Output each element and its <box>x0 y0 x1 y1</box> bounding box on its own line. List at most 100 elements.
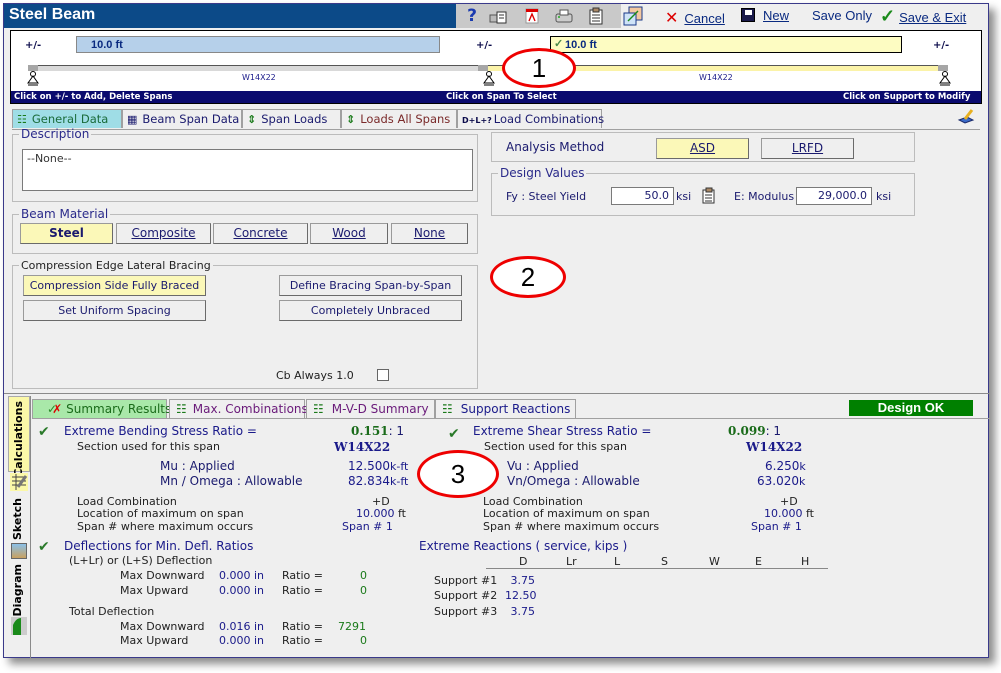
bending-section-label: Section used for this span <box>77 440 220 453</box>
bending-location-label: Location of maximum on span <box>77 507 244 520</box>
tab-span-loads[interactable]: ⇕ Span Loads <box>242 109 341 128</box>
material-composite-button[interactable]: Composite <box>116 223 211 244</box>
live-deflection-label: (L+Lr) or (L+S) Deflection <box>69 554 213 567</box>
edit-notes-icon[interactable] <box>957 108 975 124</box>
span-1-beam[interactable] <box>28 65 488 71</box>
tab-loads-all-spans[interactable]: ⇕ Loads All Spans <box>341 109 457 128</box>
close-icon: ✕ <box>665 10 679 27</box>
bending-title: Extreme Bending Stress Ratio = <box>64 424 257 438</box>
printer-icon[interactable] <box>554 7 574 25</box>
add-delete-span-right[interactable]: +/- <box>933 40 949 51</box>
reactions-column-header: Lr <box>566 555 577 568</box>
tab-beam-span-data[interactable]: ▦ Beam Span Data <box>122 109 242 128</box>
shear-applied-label: Vu : Applied <box>507 459 579 473</box>
set-uniform-spacing-button[interactable]: Set Uniform Spacing <box>23 300 206 321</box>
support-3-icon[interactable] <box>939 71 951 87</box>
checkmark-icon: ✔ <box>448 426 460 442</box>
material-wood-button[interactable]: Wood <box>310 223 388 244</box>
material-concrete-button[interactable]: Concrete <box>213 223 308 244</box>
grid-list-icon: ☷ <box>176 402 187 416</box>
hint-select-span: Click on Span To Select <box>446 92 557 102</box>
save-only-button[interactable]: Save Only <box>812 8 872 23</box>
shear-section-value: W14X22 <box>746 440 803 454</box>
beam-material-legend: Beam Material <box>21 207 109 221</box>
lrfd-button[interactable]: LRFD <box>761 138 854 159</box>
deflection-row-ratio: 0 <box>360 634 367 647</box>
span-1-length[interactable]: 10.0 ft <box>76 36 440 53</box>
deflection-row-label: Max Downward <box>120 620 205 633</box>
deflection-row-value: 0.016 in <box>219 620 265 633</box>
tab-load-combinations[interactable]: D+L+? Load Combinations <box>457 109 604 128</box>
tab-summary-results[interactable]: ✓✗ Summary Results <box>32 399 171 418</box>
deflection-row-ratio: 7291 <box>338 620 366 633</box>
print-report-icon[interactable] <box>488 7 508 25</box>
reactions-row-label: Support #3 <box>434 605 498 618</box>
tab-mvd-summary[interactable]: ☷ M-V-D Summary <box>306 399 435 418</box>
resize-window-icon[interactable] <box>623 6 643 26</box>
fy-input[interactable]: 50.0 <box>611 187 674 205</box>
help-icon[interactable]: ? <box>462 7 482 25</box>
add-delete-span-middle[interactable]: +/- <box>476 40 492 51</box>
shear-title: Extreme Shear Stress Ratio = <box>473 424 652 438</box>
cb-always-checkbox[interactable] <box>377 369 389 381</box>
deflection-row-value: 0.000 in <box>219 634 265 647</box>
analysis-method-label: Analysis Method <box>506 140 605 154</box>
deflection-ratio-label: Ratio = <box>282 620 323 633</box>
bending-span-value: Span # 1 <box>342 520 393 533</box>
toolbar-icons: ? <box>456 4 621 28</box>
hint-bar: Click on +/- to Add, Delete Spans Click … <box>11 91 981 103</box>
cancel-button[interactable]: ✕ Cancel <box>665 8 725 28</box>
shear-allowable-value: 63.020k <box>757 474 806 488</box>
reactions-title: Extreme Reactions ( service, kips ) <box>419 539 628 553</box>
material-properties-icon[interactable] <box>701 187 717 205</box>
grid-list-icon: ☷ <box>442 402 453 416</box>
add-delete-span-left[interactable]: +/- <box>25 40 41 51</box>
completely-unbraced-button[interactable]: Completely Unbraced <box>279 300 462 321</box>
asd-button[interactable]: ASD <box>656 138 749 159</box>
design-ok-badge: Design OK <box>849 400 973 416</box>
e-modulus-label: E: Modulus <box>734 190 795 203</box>
description-legend: Description <box>21 127 90 141</box>
total-deflection-label: Total Deflection <box>69 605 155 618</box>
reactions-cell: 3.75 <box>510 574 536 587</box>
annotation-2: 2 <box>490 256 566 298</box>
support-2-icon[interactable] <box>483 71 495 87</box>
load-arrows-icon: ⇕ <box>247 113 257 126</box>
diagram-icon <box>11 617 27 635</box>
grid-list-icon: ☷ <box>17 113 27 126</box>
result-tab-divider <box>32 418 990 419</box>
new-button[interactable]: New <box>741 8 789 23</box>
span-1-section-label: W14X22 <box>242 73 276 82</box>
section-divider <box>4 393 989 394</box>
hint-modify-support: Click on Support to Modify <box>843 92 971 102</box>
deflection-ratio-label: Ratio = <box>282 584 323 597</box>
deflection-row-value: 0.000 in <box>219 569 265 582</box>
define-bracing-span-by-span-button[interactable]: Define Bracing Span-by-Span <box>279 275 462 296</box>
bracing-legend: Compression Edge Lateral Bracing <box>21 259 211 272</box>
support-1-icon[interactable] <box>27 71 39 87</box>
material-steel-button[interactable]: Steel <box>20 223 113 244</box>
material-none-button[interactable]: None <box>391 223 468 244</box>
shear-location-value: 10.000 ft <box>764 507 814 520</box>
tab-max-combinations[interactable]: ☷ Max. Combinations <box>169 399 308 418</box>
side-tab-diagram[interactable]: Diagram <box>8 562 30 617</box>
window-title: Steel Beam <box>9 6 96 23</box>
pdf-icon[interactable] <box>522 7 542 25</box>
fully-braced-button[interactable]: Compression Side Fully Braced <box>23 275 206 296</box>
save-exit-button[interactable]: ✓ Save & Exit <box>880 6 966 27</box>
steel-beam-window: Steel Beam ? ✕ Cancel New Save Only ✓ Save… <box>3 3 990 658</box>
description-input[interactable]: --None-- <box>22 149 473 191</box>
e-modulus-input[interactable]: 29,000.0 <box>796 187 872 205</box>
clipboard-icon[interactable] <box>586 7 606 25</box>
side-tab-sketch[interactable]: Sketch <box>8 496 30 541</box>
tab-support-reactions[interactable]: ☷ Support Reactions <box>435 399 576 418</box>
deflection-ratio-label: Ratio = <box>282 569 323 582</box>
span-2-length[interactable]: ✓ 10.0 ft <box>550 36 902 53</box>
deflection-title: Deflections for Min. Defl. Ratios <box>64 539 254 553</box>
bending-span-label: Span # where maximum occurs <box>77 520 254 533</box>
tab-general-data[interactable]: ☷ General Data <box>12 109 122 128</box>
hint-add-delete: Click on +/- to Add, Delete Spans <box>14 92 173 102</box>
side-tab-calculations[interactable]: Calculations <box>8 396 30 477</box>
reactions-column-header: E <box>755 555 762 568</box>
deflection-row-label: Max Downward <box>120 569 205 582</box>
